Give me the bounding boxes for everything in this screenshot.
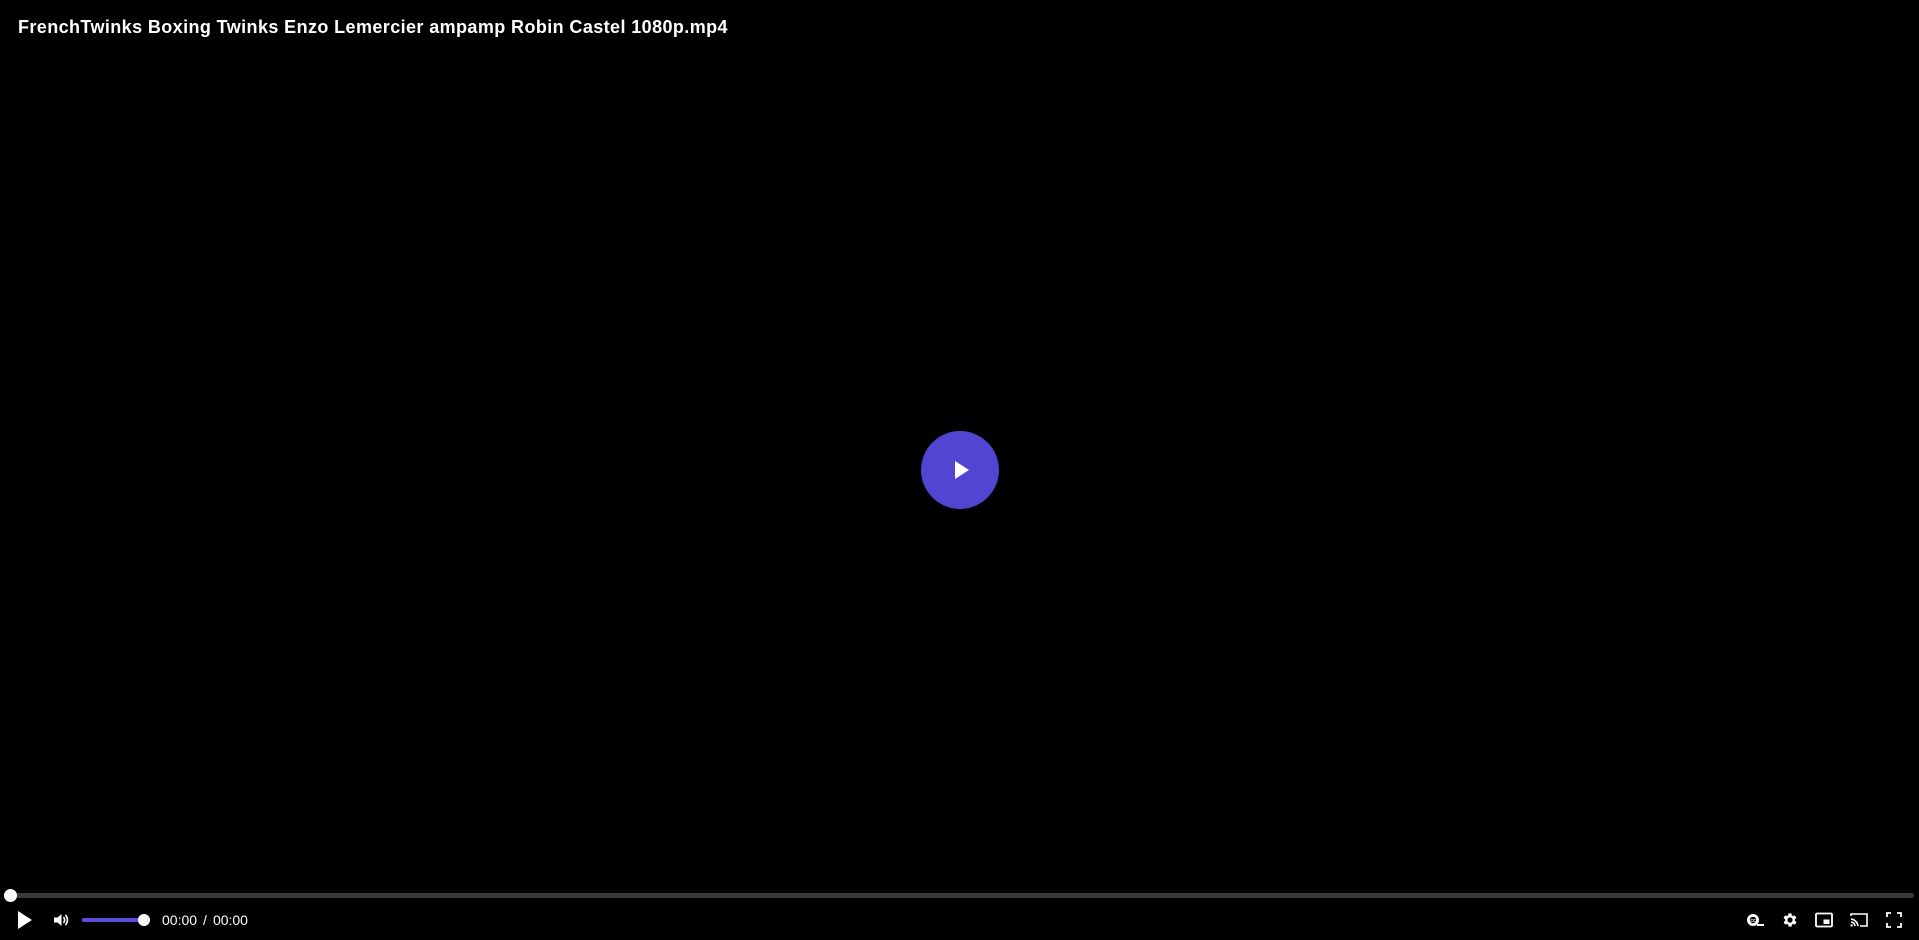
seek-handle[interactable] [4, 889, 17, 902]
play-icon [18, 911, 32, 929]
picture-in-picture-icon [1815, 912, 1833, 928]
volume-level [82, 918, 144, 922]
play-icon [954, 461, 969, 479]
fullscreen-icon [1886, 912, 1902, 928]
video-player[interactable]: FrenchTwinks Boxing Twinks Enzo Lemercie… [0, 0, 1919, 940]
subtitles-icon: cc [1747, 914, 1764, 926]
svg-text:cc: cc [1750, 918, 1756, 924]
seek-bar[interactable] [4, 889, 1914, 902]
control-bar: 00:00 / 00:00 cc [0, 905, 1919, 935]
volume-icon [54, 914, 69, 926]
time-display: 00:00 / 00:00 [162, 912, 248, 928]
subtitles-button[interactable]: cc [1740, 905, 1770, 935]
volume-handle[interactable] [138, 914, 150, 926]
big-play-button[interactable] [921, 431, 999, 509]
gear-icon [1783, 913, 1797, 927]
play-button[interactable] [10, 905, 40, 935]
video-title: FrenchTwinks Boxing Twinks Enzo Lemercie… [18, 17, 728, 37]
duration: 00:00 [212, 912, 248, 928]
pip-button[interactable] [1809, 905, 1839, 935]
volume-slider[interactable] [82, 914, 150, 926]
current-time: 00:00 [162, 912, 198, 928]
cast-icon [1850, 913, 1868, 927]
fullscreen-button[interactable] [1879, 905, 1909, 935]
cast-button[interactable] [1844, 905, 1874, 935]
mute-button[interactable] [46, 905, 76, 935]
settings-button[interactable] [1775, 905, 1805, 935]
time-separator: / [203, 912, 207, 928]
